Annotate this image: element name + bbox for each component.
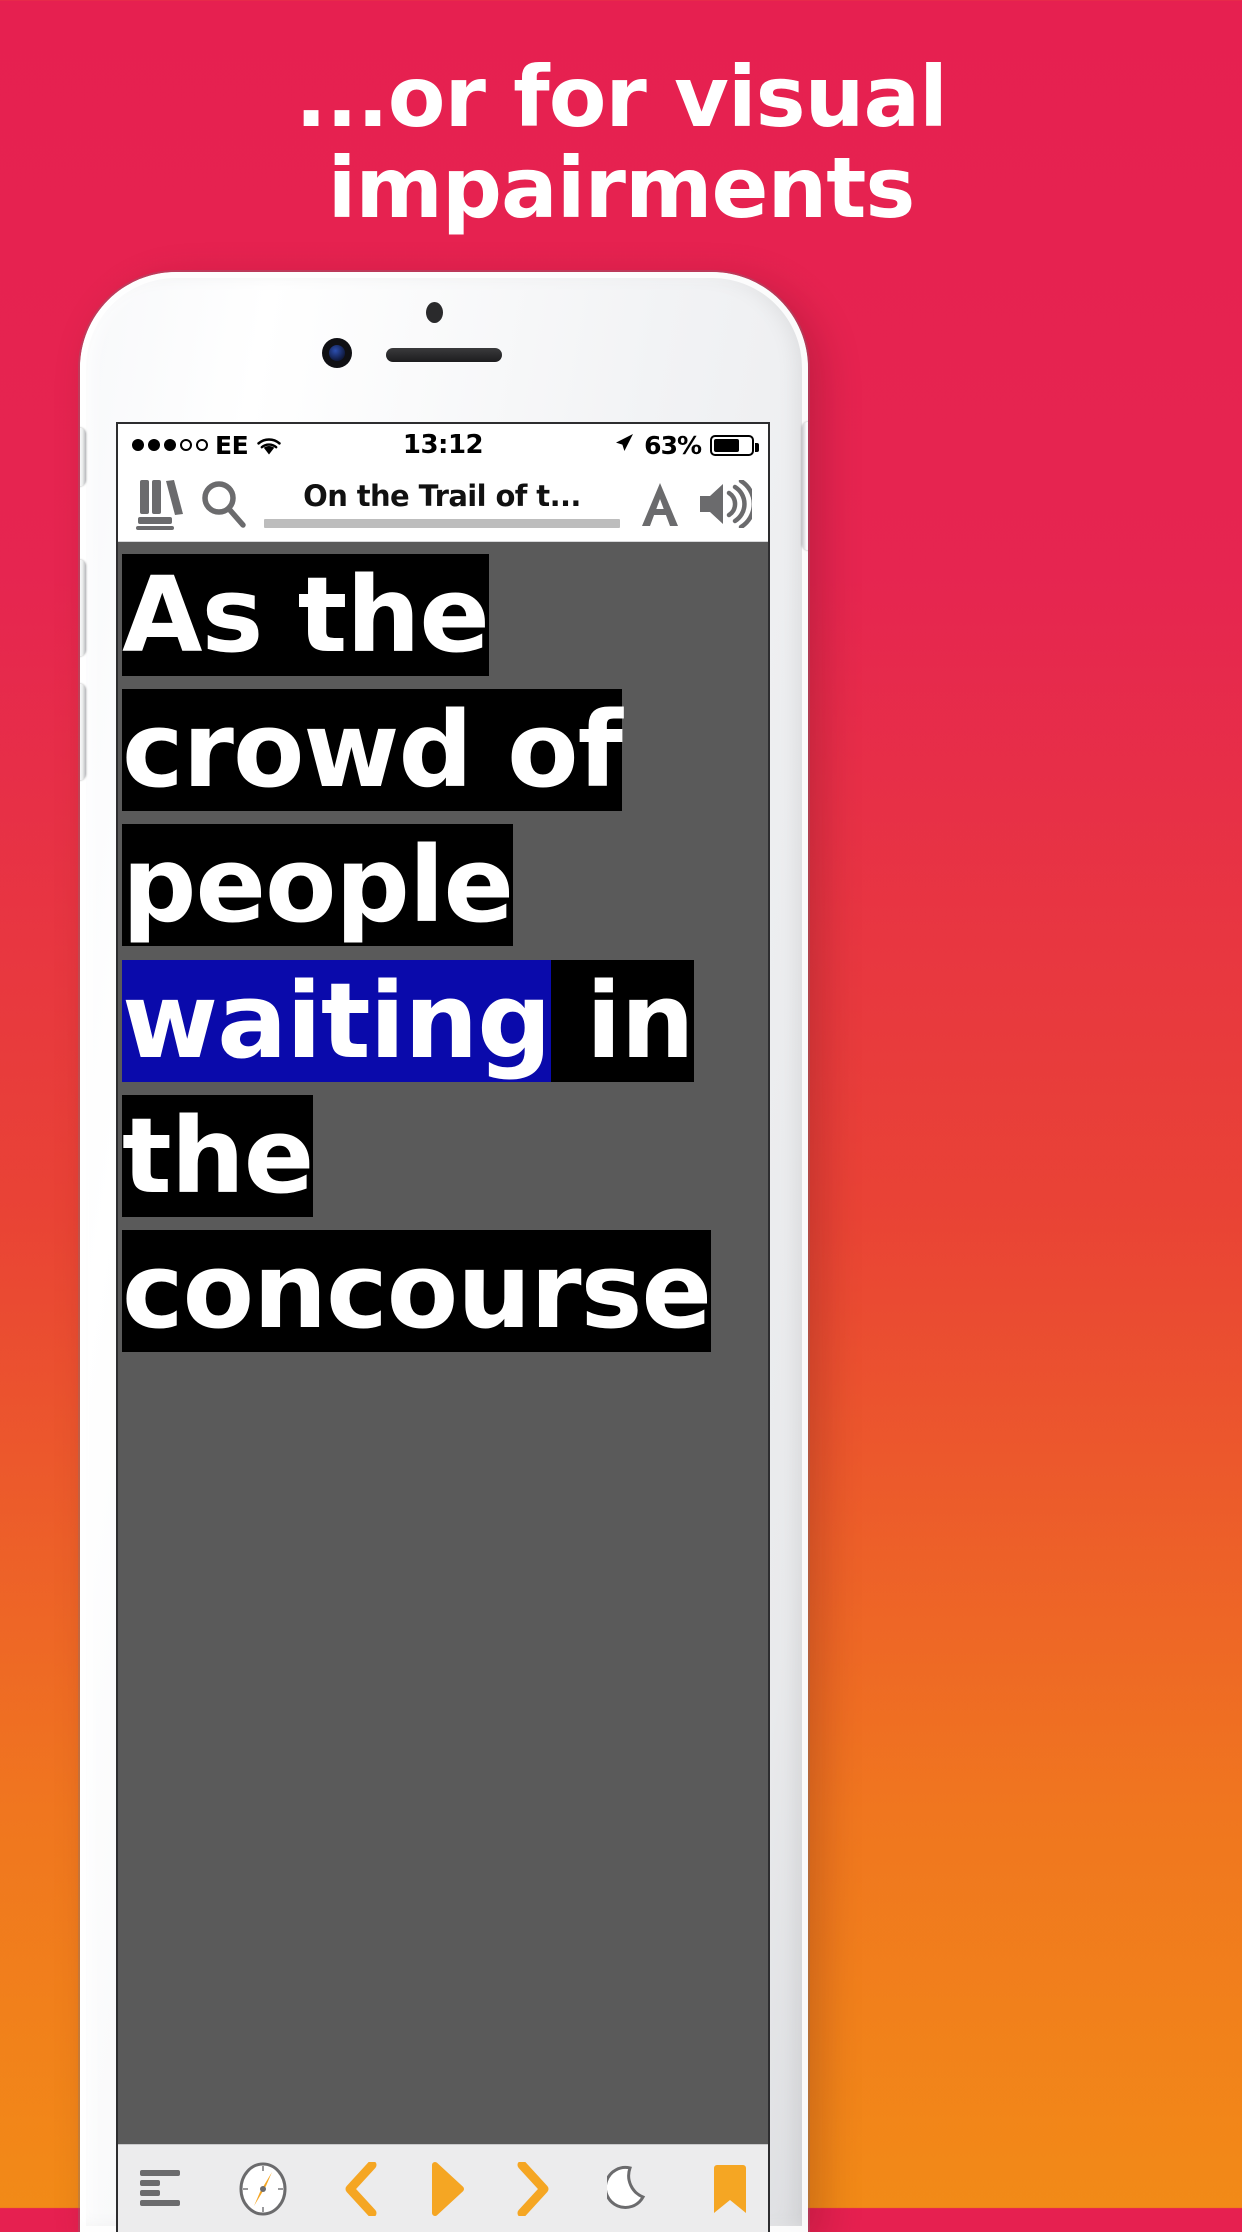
reader-line: the [118,1089,768,1224]
battery-icon [710,434,760,456]
bookmark-icon[interactable] [712,2163,748,2215]
volume-down-button[interactable] [80,684,86,780]
reading-progress-bar[interactable] [264,519,620,528]
phone-screen: EE 13:12 63% On the Trail of t... As the… [118,424,768,2232]
reader-spoken-word: waiting [122,959,552,1082]
location-arrow-icon [613,431,635,460]
next-chevron-icon[interactable] [513,2161,553,2216]
promo-headline-line-1: ...or for visual [295,48,948,146]
cellular-signal-icon [132,439,208,451]
reader-line: As the [118,548,768,683]
promo-headline-line-2: impairments [327,138,916,237]
reader-text-highlighted: As the [122,554,490,676]
status-bar-left: EE [132,431,403,460]
front-camera-icon [322,338,352,368]
reader-line: concourse [118,1224,768,1359]
phone-device: EE 13:12 63% On the Trail of t... As the… [80,272,808,2232]
reader-bottom-toolbar [118,2144,768,2232]
mute-switch-button[interactable] [80,428,86,486]
wifi-icon [255,435,283,456]
reader-page[interactable]: As the crowd of people waiting in the co… [118,542,768,2144]
playback-controls [341,2161,553,2216]
reader-navigation-bar: On the Trail of t... [118,466,768,542]
reader-line: waiting in [118,954,768,1089]
library-icon[interactable] [134,478,188,530]
clock-label: 13:12 [402,430,484,460]
earpiece-speaker-icon [386,348,502,362]
reader-line: crowd of [118,683,768,818]
book-title-area[interactable]: On the Trail of t... [260,479,624,528]
volume-up-button[interactable] [80,560,86,656]
font-size-A-icon[interactable] [634,478,686,530]
speaker-icon[interactable] [696,479,752,528]
book-title: On the Trail of t... [303,479,581,513]
reader-text-highlighted: people [122,824,514,947]
play-icon[interactable] [427,2161,467,2216]
promo-headline: ...or for visual impairments [0,52,1242,233]
carrier-label: EE [215,430,249,460]
moon-icon[interactable] [606,2163,659,2215]
status-bar-right: 63% [483,430,760,460]
status-bar: EE 13:12 63% [118,424,768,466]
previous-chevron-icon[interactable] [341,2161,381,2216]
reader-text-highlighted: the [122,1094,314,1217]
reader-line: people [118,818,768,953]
table-of-contents-icon[interactable] [138,2168,184,2210]
search-icon[interactable] [198,478,250,530]
reader-text-highlighted: in [550,959,695,1082]
status-bar-center: 13:12 [402,430,484,460]
power-button[interactable] [802,422,808,550]
proximity-sensor-icon [426,302,443,323]
battery-percent-label: 63% [644,430,702,460]
compass-icon[interactable] [238,2162,288,2216]
reader-text-highlighted: concourse [122,1229,712,1352]
reader-text-highlighted: crowd of [122,689,623,812]
